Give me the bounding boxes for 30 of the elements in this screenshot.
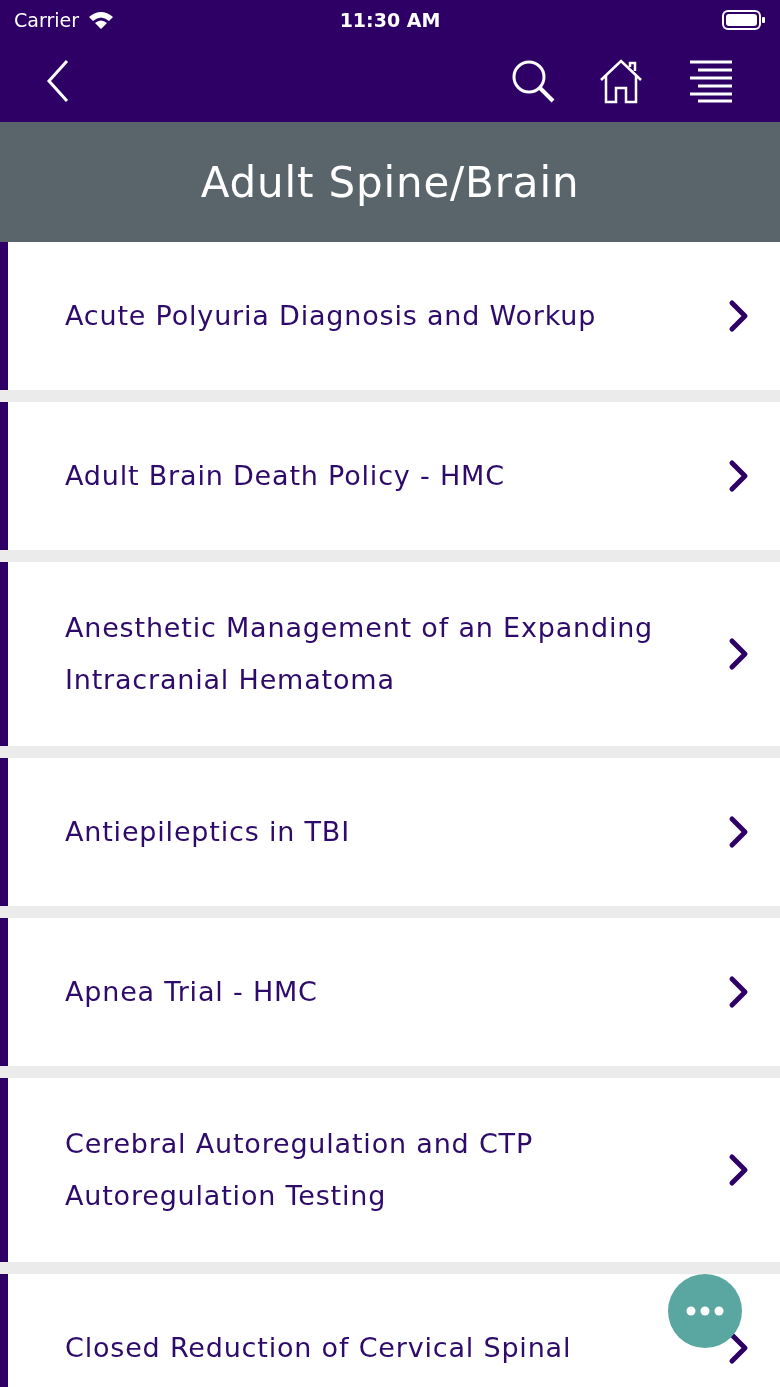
page-title: Adult Spine/Brain bbox=[200, 156, 580, 209]
chevron-right-icon bbox=[728, 1153, 750, 1187]
item-label: Adult Brain Death Policy - HMC bbox=[65, 459, 506, 493]
list-item[interactable]: Cerebral Autoregulation and CTP Autoregulation Testing bbox=[0, 1078, 780, 1262]
list-item[interactable]: Closed Reduction of Cervical Spinal bbox=[0, 1274, 780, 1387]
carrier-label: Carrier bbox=[14, 7, 79, 33]
chevron-right-icon bbox=[728, 459, 750, 493]
chevron-right-icon bbox=[728, 637, 750, 671]
list-item[interactable]: Acute Polyuria Diagnosis and Workup bbox=[0, 242, 780, 390]
item-label: Cerebral Autoregulation and CTP Autoregulation Testing bbox=[65, 1127, 534, 1213]
list-item[interactable]: Anesthetic Management of an Expanding Intracranial Hematoma bbox=[0, 562, 780, 746]
battery-icon bbox=[722, 9, 766, 31]
item-label: Anesthetic Management of an Expanding Intracranial Hematoma bbox=[65, 611, 655, 697]
menu-button[interactable] bbox=[688, 58, 734, 104]
list-item[interactable]: Apnea Trial - HMC bbox=[0, 918, 780, 1066]
list-item[interactable]: Antiepileptics in TBI bbox=[0, 758, 780, 906]
list-item[interactable]: Adult Brain Death Policy - HMC bbox=[0, 402, 780, 550]
more-icon bbox=[686, 1306, 724, 1316]
time-label: 11:30 AM bbox=[339, 7, 441, 33]
item-label: Antiepileptics in TBI bbox=[65, 815, 351, 849]
item-label: Apnea Trial - HMC bbox=[65, 975, 319, 1009]
wifi-icon bbox=[87, 10, 115, 30]
chevron-right-icon bbox=[728, 299, 750, 333]
chevron-right-icon bbox=[728, 975, 750, 1009]
home-button[interactable] bbox=[598, 58, 644, 104]
search-button[interactable] bbox=[510, 58, 556, 104]
item-label: Closed Reduction of Cervical Spinal bbox=[65, 1331, 573, 1365]
chevron-right-icon bbox=[728, 1331, 750, 1365]
item-label: Acute Polyuria Diagnosis and Workup bbox=[65, 299, 598, 333]
chevron-right-icon bbox=[728, 815, 750, 849]
